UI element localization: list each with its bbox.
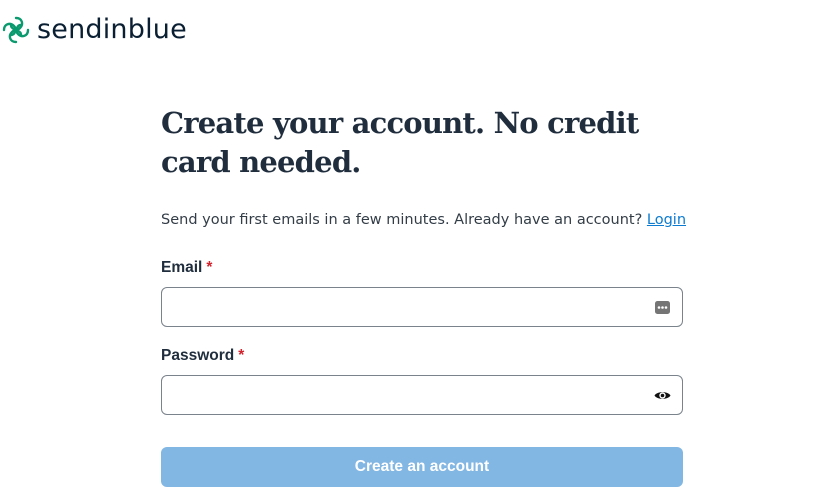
email-label-text: Email xyxy=(161,259,203,276)
eye-icon[interactable] xyxy=(654,387,671,404)
subtitle-text: Send your first emails in a few minutes.… xyxy=(161,212,643,228)
page-title: Create your account. No credit card need… xyxy=(161,106,639,179)
required-mark: * xyxy=(206,259,213,276)
brand-name: sendinblue xyxy=(37,14,187,45)
login-link[interactable]: Login xyxy=(647,212,686,228)
email-field-box[interactable] xyxy=(161,287,683,327)
email-field[interactable] xyxy=(162,288,656,326)
signup-subtitle: Send your first emails in a few minutes.… xyxy=(161,210,686,230)
sendinblue-swirl-icon xyxy=(2,16,30,44)
required-mark: * xyxy=(238,347,245,364)
create-account-button[interactable]: Create an account xyxy=(161,447,683,487)
password-label-text: Password xyxy=(161,347,235,364)
brand-logo[interactable]: sendinblue xyxy=(0,12,187,48)
password-field[interactable] xyxy=(162,376,656,414)
autofill-dots-icon[interactable] xyxy=(654,299,671,316)
password-field-box[interactable] xyxy=(161,375,683,415)
email-label: Email * xyxy=(161,258,212,278)
password-label: Password * xyxy=(161,346,244,366)
